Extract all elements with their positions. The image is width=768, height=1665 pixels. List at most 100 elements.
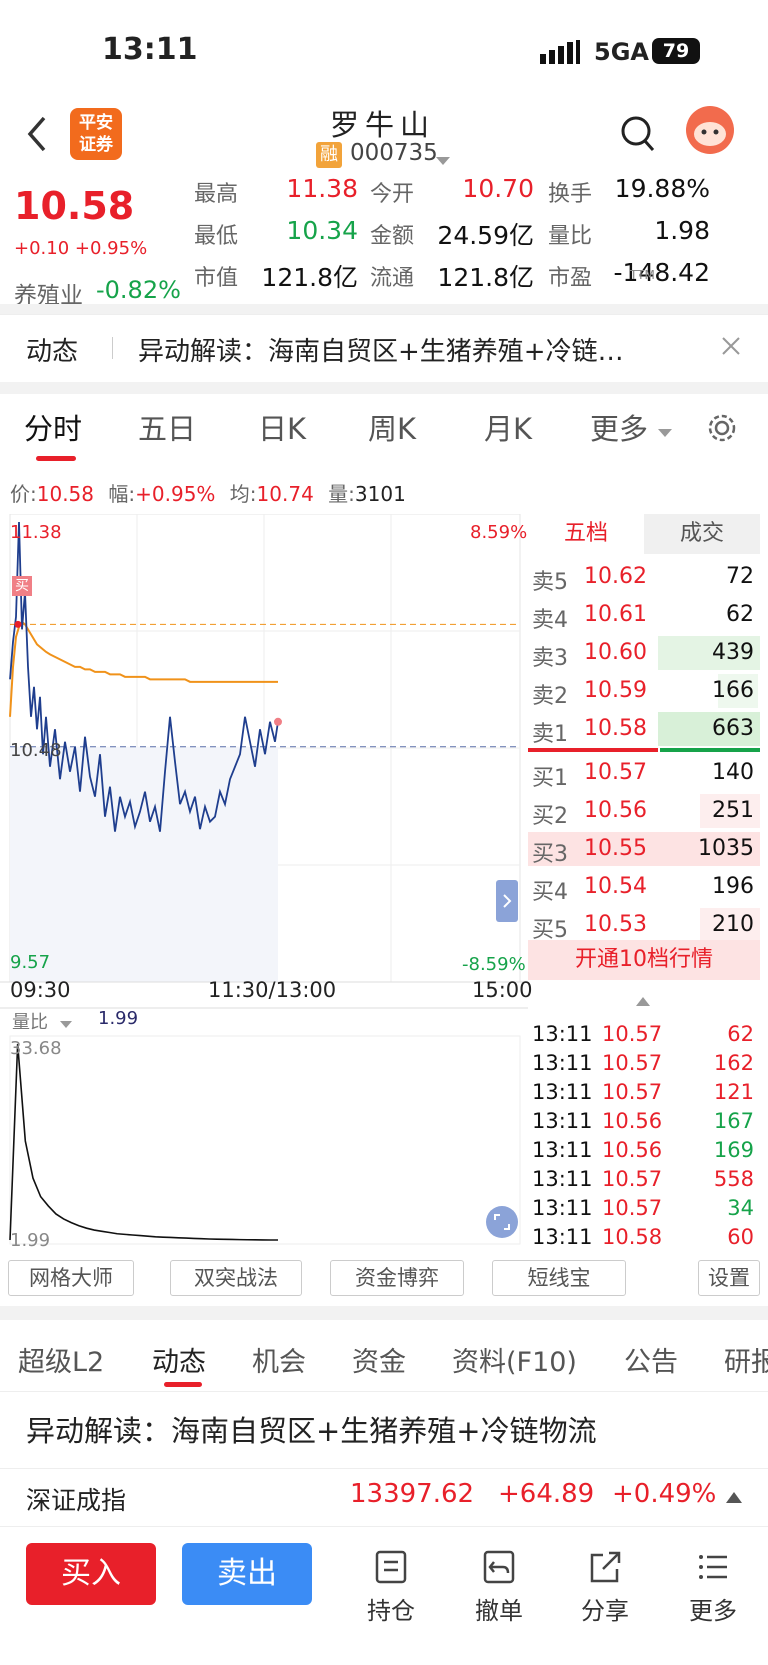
cancel-order-button[interactable]: 撤单	[464, 1549, 534, 1626]
more-button[interactable]: 更多	[678, 1549, 748, 1626]
sector-change: -0.82%	[96, 276, 181, 304]
tool-grid-master[interactable]: 网格大师	[8, 1260, 134, 1296]
toolbar: 网格大师 双突战法 资金博弈 短线宝 设置	[0, 1256, 768, 1302]
expand-arrow-icon[interactable]	[496, 880, 518, 922]
bid-label: 买2	[532, 804, 568, 829]
back-icon[interactable]	[24, 114, 50, 158]
settings-gear-icon[interactable]	[706, 412, 738, 448]
stock-code[interactable]: 000735	[350, 140, 438, 166]
trade-volume: 60	[727, 1225, 754, 1249]
trade-price: 10.58	[602, 1225, 663, 1249]
bid-price: 10.55	[584, 836, 647, 861]
trade-volume: 62	[727, 1022, 754, 1046]
index-expand-icon[interactable]	[726, 1489, 742, 1508]
ask-volume: 663	[712, 716, 754, 741]
sell-button[interactable]: 卖出	[182, 1543, 312, 1605]
info-tabs: 超级L2 动态 机会 资金 资料(F10) 公告 研报	[0, 1322, 768, 1392]
tool-fund-game[interactable]: 资金博弈	[330, 1260, 464, 1296]
avatar[interactable]	[686, 106, 734, 154]
tab-funds[interactable]: 资金	[352, 1340, 406, 1379]
share-icon	[590, 1551, 621, 1583]
avg-info-label: 均:	[229, 482, 257, 506]
ask-volume: 62	[726, 602, 754, 627]
index-bar[interactable]: 深证成指 13397.62 +64.89 +0.49%	[0, 1468, 768, 1526]
tab-five-levels[interactable]: 五档	[528, 514, 644, 554]
chart-tab[interactable]: 五日	[138, 406, 196, 448]
ratio-label[interactable]: 量比	[12, 1008, 48, 1034]
quote-field-label: 最低	[194, 224, 239, 249]
index-name: 深证成指	[26, 1486, 127, 1515]
amp-info-label: 幅:	[108, 482, 136, 506]
news-item[interactable]: 异动解读：海南自贸区+生猪养殖+冷链物流	[0, 1392, 768, 1468]
high-price-label: 11.38	[10, 522, 62, 543]
ask-price: 10.59	[584, 678, 647, 703]
tool-settings[interactable]: 设置	[698, 1260, 760, 1296]
price-chart-svg	[0, 513, 528, 1245]
bid-row: 买2 10.56 251	[528, 792, 760, 830]
time-end: 15:00	[472, 978, 533, 1002]
chart-tab[interactable]: 月K	[484, 406, 532, 448]
avg-info: 10.74	[256, 482, 314, 506]
open-level10-button[interactable]: 开通10档行情	[528, 940, 760, 980]
buy-button[interactable]: 买入	[26, 1543, 156, 1605]
broker-logo: 平安 证券	[70, 108, 122, 160]
bid-volume: 1035	[698, 836, 754, 861]
quote-field-value: 121.8亿	[261, 263, 358, 292]
trade-time: 13:11	[532, 1225, 593, 1249]
tab-news[interactable]: 动态	[152, 1340, 206, 1379]
ticker-text[interactable]: 异动解读：海南自贸区+生猪养殖+冷链…	[138, 331, 624, 368]
bid-volume: 140	[712, 760, 754, 785]
collapse-up-icon[interactable]	[636, 992, 650, 1011]
chart-tab[interactable]: 分时	[24, 406, 82, 448]
chart-tab[interactable]: 更多	[590, 406, 648, 448]
quote-field-value: 10.34	[286, 216, 358, 245]
buy-point-dot	[14, 620, 22, 628]
bid-price: 10.57	[584, 760, 647, 785]
last-price: 10.58	[14, 184, 135, 228]
chart-tab[interactable]: 日K	[258, 406, 306, 448]
tab-trades[interactable]: 成交	[644, 514, 760, 554]
holdings-icon	[375, 1550, 407, 1584]
bid-row: 买1 10.57 140	[528, 754, 760, 792]
bid-price: 10.54	[584, 874, 647, 899]
intraday-chart[interactable]: 11.38 8.59% 10.48 9.57 -8.59% 买 09:30 11…	[0, 513, 533, 1254]
divider	[0, 382, 768, 394]
more-dropdown-icon[interactable]	[658, 424, 672, 443]
tab-super-l2[interactable]: 超级L2	[18, 1340, 104, 1379]
tab-research[interactable]: 研报	[724, 1340, 768, 1379]
trade-volume: 34	[727, 1196, 754, 1220]
news-headline[interactable]: 异动解读：海南自贸区+生猪养殖+冷链物流	[26, 1408, 597, 1450]
price-area-fill	[10, 746, 278, 982]
trade-price: 10.57	[602, 1051, 663, 1075]
code-dropdown-icon[interactable]	[436, 152, 450, 171]
vol-info-label: 量:	[328, 482, 355, 506]
tab-f10[interactable]: 资料(F10)	[452, 1340, 577, 1379]
tool-double-break[interactable]: 双突战法	[170, 1260, 302, 1296]
low-pct-label: -8.59%	[462, 954, 526, 975]
trade-price: 10.57	[602, 1196, 663, 1220]
tab-opportunity[interactable]: 机会	[252, 1340, 306, 1379]
ratio-dropdown-icon[interactable]	[60, 1014, 72, 1033]
ask-price: 10.58	[584, 716, 647, 741]
index-change: +64.89	[498, 1479, 595, 1509]
tab-announcement[interactable]: 公告	[624, 1340, 678, 1379]
holdings-button[interactable]: 持仓	[356, 1549, 426, 1626]
share-button[interactable]: 分享	[570, 1549, 640, 1626]
quote-field-label: 市值	[194, 266, 239, 291]
tool-short-line[interactable]: 短线宝	[492, 1260, 626, 1296]
quote-field-value: 19.88%	[614, 174, 710, 203]
ask-row: 卖4 10.61 62	[528, 596, 760, 634]
news-ticker[interactable]: 动态 异动解读：海南自贸区+生猪养殖+冷链…	[0, 314, 768, 382]
chart-tabs: 分时 五日 日K 周K 月K 更多	[0, 394, 768, 464]
time-start: 09:30	[10, 978, 71, 1002]
fullscreen-icon[interactable]	[486, 1206, 518, 1238]
chart-tab[interactable]: 周K	[368, 406, 416, 448]
close-icon[interactable]	[720, 335, 742, 361]
quote-field-value: 10.70	[462, 174, 534, 203]
trade-row: 13:11 10.57 162	[528, 1049, 760, 1078]
quote-field-value: 11.38	[286, 174, 358, 203]
bid-row: 买3 10.55 1035	[528, 830, 760, 868]
search-icon[interactable]	[620, 114, 656, 158]
quote-panel: 10.58 +0.10 +0.95% 养殖业 -0.82% 最高 11.38 今开 1…	[0, 174, 768, 314]
action-bar: 买入 卖出 持仓 撤单 分享 更多	[0, 1526, 768, 1665]
